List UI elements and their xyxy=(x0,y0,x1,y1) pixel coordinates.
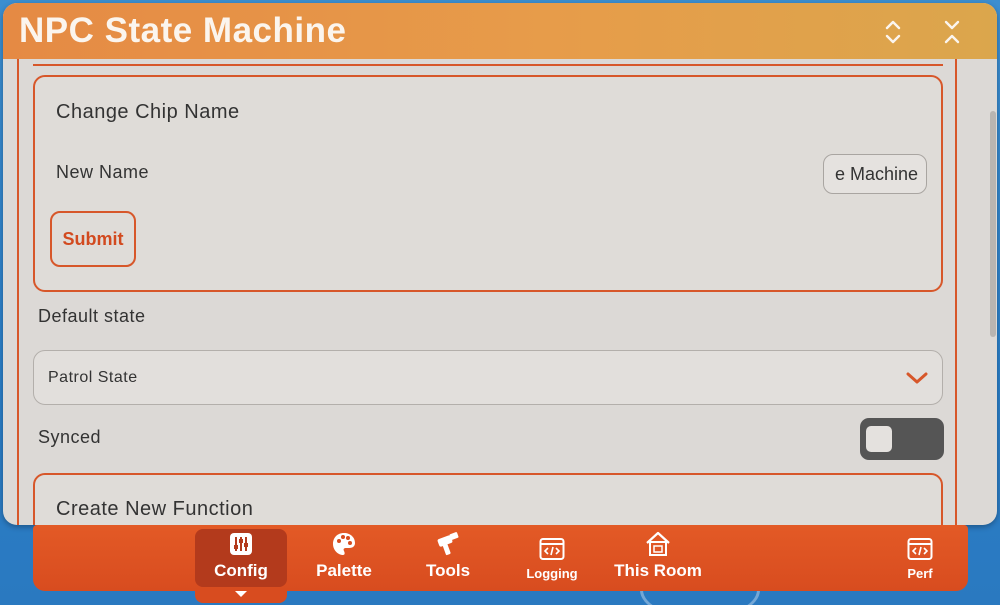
change-chip-name-card: Change Chip Name New Name e Machine Subm… xyxy=(33,75,943,292)
tab-perf[interactable]: Perf xyxy=(875,529,965,587)
tab-palette[interactable]: Palette xyxy=(299,529,389,587)
close-button[interactable] xyxy=(935,15,969,49)
tab-this-room[interactable]: This Room xyxy=(608,529,708,587)
code-window-icon xyxy=(907,538,933,560)
default-state-value: Patrol State xyxy=(48,368,138,386)
top-divider xyxy=(33,64,943,66)
tab-palette-label: Palette xyxy=(316,561,372,580)
tab-logging-label: Logging xyxy=(526,566,578,581)
palette-icon xyxy=(333,533,355,555)
chevron-down-icon xyxy=(906,372,928,384)
tab-perf-label: Perf xyxy=(907,566,933,581)
window-title: NPC State Machine xyxy=(19,11,347,50)
tab-tools-label: Tools xyxy=(425,561,471,580)
toggle-knob xyxy=(866,426,892,452)
submit-button[interactable]: Submit xyxy=(50,211,136,267)
state-machine-panel: NPC State Machine Change Chip Name New N… xyxy=(3,3,997,525)
synced-toggle[interactable] xyxy=(860,418,944,460)
active-tab-indicator xyxy=(195,588,287,603)
sliders-icon xyxy=(230,533,252,555)
caret-down-icon xyxy=(235,591,247,597)
create-function-card: Create New Function xyxy=(33,473,943,525)
default-state-label: Default state xyxy=(38,306,146,326)
house-icon xyxy=(646,531,670,556)
tab-config-label: Config xyxy=(214,561,268,580)
tab-logging[interactable]: Logging xyxy=(507,529,597,587)
collapse-button[interactable] xyxy=(876,15,910,49)
create-function-title: Create New Function xyxy=(56,498,254,520)
scrollbar-thumb[interactable] xyxy=(990,111,996,337)
title-bar: NPC State Machine xyxy=(3,3,997,59)
default-state-select[interactable]: Patrol State xyxy=(33,350,943,405)
tools-icon xyxy=(437,532,459,556)
tab-tools[interactable]: Tools xyxy=(403,529,493,587)
bottom-dock: Config Palette Tools Logging This Room P… xyxy=(33,525,968,591)
code-window-icon xyxy=(539,538,565,560)
tab-this-room-label: This Room xyxy=(614,561,702,580)
change-chip-name-title: Change Chip Name xyxy=(56,101,240,123)
tab-config[interactable]: Config xyxy=(195,529,287,587)
new-name-label: New Name xyxy=(56,162,150,182)
chevron-up-down-icon xyxy=(885,20,901,44)
new-name-input[interactable]: e Machine xyxy=(823,154,927,194)
synced-label: Synced xyxy=(38,427,102,447)
new-name-value: e Machine xyxy=(834,163,918,184)
collapse-arrows-icon xyxy=(944,20,960,44)
